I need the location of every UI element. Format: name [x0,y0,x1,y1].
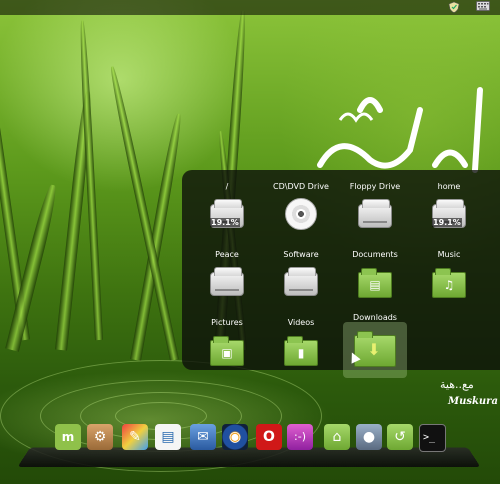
documents-folder-icon: ▤ [358,272,392,298]
wallpaper-arabic-tagline: مع..هية [440,378,474,391]
mail-icon[interactable]: ✉ [190,424,216,450]
place-root[interactable]: / 19.1% [192,182,262,228]
eye-icon[interactable]: ◉ [222,424,248,450]
chat-icon[interactable]: :-) [287,424,313,450]
opera-icon[interactable]: O [256,424,282,450]
place-label: Downloads [340,313,410,323]
place-label: Documents [340,250,410,260]
place-label: Peace [192,250,262,260]
place-label: Videos [266,318,336,328]
music-folder-icon: ♫ [432,272,466,298]
place-music[interactable]: Music ♫ [414,250,484,298]
floppy-drive-icon [358,204,392,228]
dock-shelf [18,448,481,467]
shield-icon[interactable] [447,1,461,13]
keyboard-icon[interactable] [476,1,490,13]
pictures-folder-icon: ▣ [210,340,244,366]
place-label: Music [414,250,484,260]
terminal-icon[interactable]: >_ [419,424,446,452]
place-pictures[interactable]: Pictures ▣ [192,318,262,366]
place-label: Software [266,250,336,260]
drive-icon[interactable]: ● [356,424,382,450]
place-label: / [192,182,262,192]
cd-drive-icon [285,198,317,230]
downloads-folder-icon: ⬇ [354,335,396,367]
place-cd-dvd-drive[interactable]: CD\DVD Drive [266,182,336,230]
place-documents[interactable]: Documents ▤ [340,250,410,298]
home-folder-icon[interactable]: ⌂ [324,424,350,450]
hard-drive-icon [210,272,244,296]
paint-icon[interactable]: ✎ [122,424,148,450]
place-label: CD\DVD Drive [266,182,336,192]
place-label: Pictures [192,318,262,328]
place-home[interactable]: home 19.1% [414,182,484,228]
hard-drive-icon [284,272,318,296]
top-panel [0,0,500,15]
grass-blade [130,113,184,361]
wallpaper-signature: Muskura [448,396,498,407]
time-machine-icon[interactable]: ↺ [387,424,413,450]
mint-menu-icon[interactable]: m [55,424,81,450]
usage-badge: 19.1% [432,218,462,227]
document-viewer-icon[interactable]: ▤ [155,424,181,450]
usage-badge: 19.1% [210,218,240,227]
place-videos[interactable]: Videos ▮ [266,318,336,366]
software-manager-icon[interactable]: ⚙ [87,424,113,450]
videos-folder-icon: ▮ [284,340,318,366]
place-label: home [414,182,484,192]
place-peace[interactable]: Peace [192,250,262,296]
place-floppy-drive[interactable]: Floppy Drive [340,182,410,228]
place-software[interactable]: Software [266,250,336,296]
place-label: Floppy Drive [340,182,410,192]
